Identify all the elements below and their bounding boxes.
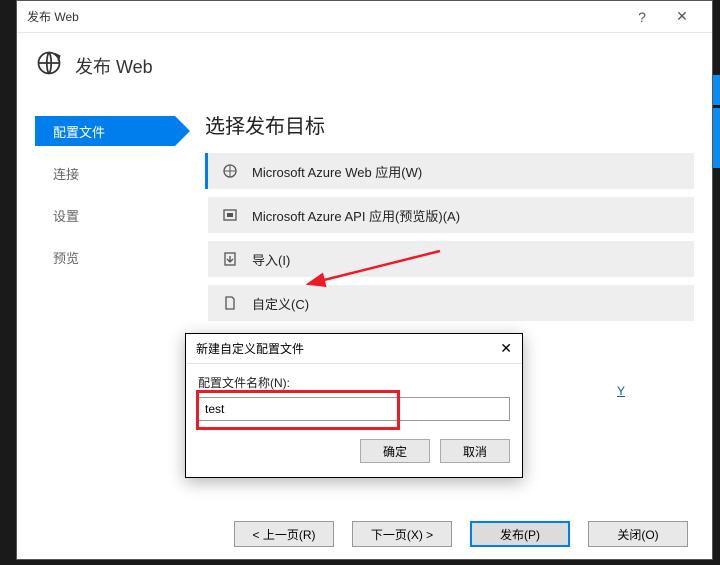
target-custom[interactable]: 自定义(C) xyxy=(205,285,694,321)
sidebar-item-preview[interactable]: 预览 xyxy=(35,242,175,272)
header-title: 发布 Web xyxy=(75,53,153,79)
sidebar-item-label: 配置文件 xyxy=(53,122,105,141)
dialog-title: 新建自定义配置文件 xyxy=(196,340,304,357)
header: 发布 Web xyxy=(17,33,712,90)
target-label: 导入(I) xyxy=(252,250,290,269)
footer-buttons: < 上一页(R) 下一页(X) > 发布(P) 关闭(O) xyxy=(17,521,712,547)
profile-name-input[interactable] xyxy=(198,397,510,421)
link-fragment[interactable]: Y xyxy=(617,384,625,398)
dialog-close-button[interactable]: ✕ xyxy=(500,340,512,357)
sidebar-item-label: 预览 xyxy=(53,248,79,267)
profile-name-label: 配置文件名称(N): xyxy=(198,374,510,391)
target-list: Microsoft Azure Web 应用(W) Microsoft Azur… xyxy=(205,153,694,321)
titlebar: 发布 Web ? ✕ xyxy=(17,1,712,33)
sidebar-item-profile[interactable]: 配置文件 xyxy=(35,116,175,146)
ok-button[interactable]: 确定 xyxy=(360,439,430,463)
cancel-button[interactable]: 取消 xyxy=(440,439,510,463)
new-profile-dialog: 新建自定义配置文件 ✕ 配置文件名称(N): 确定 取消 xyxy=(185,333,523,478)
next-button[interactable]: 下一页(X) > xyxy=(352,521,452,547)
prev-button[interactable]: < 上一页(R) xyxy=(234,521,334,547)
sidebar-item-connection[interactable]: 连接 xyxy=(35,158,175,188)
document-icon xyxy=(222,295,238,311)
help-button[interactable]: ? xyxy=(622,1,662,33)
sidebar: 配置文件 连接 设置 预览 xyxy=(35,110,175,470)
target-azure-api[interactable]: Microsoft Azure API 应用(预览版)(A) xyxy=(205,197,694,233)
azure-api-icon xyxy=(222,207,238,223)
publish-button[interactable]: 发布(P) xyxy=(470,521,570,547)
sidebar-item-label: 设置 xyxy=(53,206,79,225)
target-label: Microsoft Azure API 应用(预览版)(A) xyxy=(252,206,460,225)
main-heading: 选择发布目标 xyxy=(205,110,694,139)
dialog-titlebar: 新建自定义配置文件 ✕ xyxy=(186,334,522,364)
import-icon xyxy=(222,251,238,267)
azure-web-icon xyxy=(222,163,238,179)
target-azure-web[interactable]: Microsoft Azure Web 应用(W) xyxy=(205,153,694,189)
close-button[interactable]: ✕ xyxy=(662,1,702,33)
target-label: 自定义(C) xyxy=(252,294,309,313)
window-title: 发布 Web xyxy=(27,8,79,25)
globe-icon xyxy=(35,49,63,82)
close-wizard-button[interactable]: 关闭(O) xyxy=(588,521,688,547)
target-label: Microsoft Azure Web 应用(W) xyxy=(252,162,422,181)
sidebar-item-label: 连接 xyxy=(53,164,79,183)
sidebar-item-settings[interactable]: 设置 xyxy=(35,200,175,230)
target-import[interactable]: 导入(I) xyxy=(205,241,694,277)
